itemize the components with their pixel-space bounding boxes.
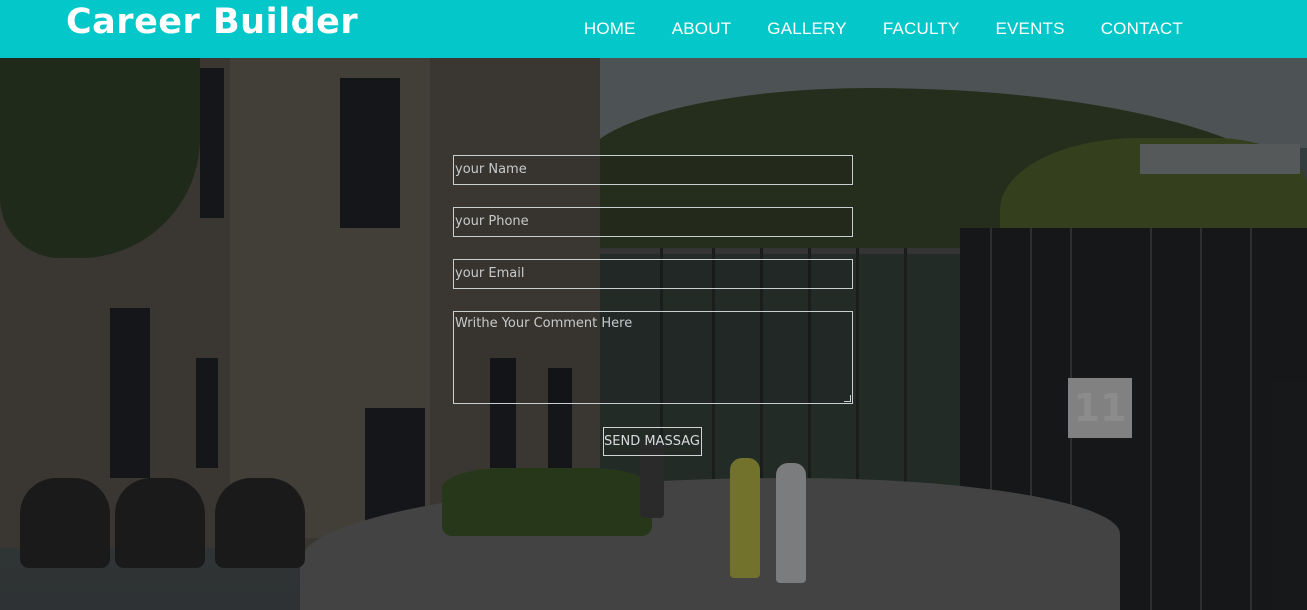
brand-logo[interactable]: Career Builder bbox=[66, 2, 358, 42]
email-input[interactable]: your Email bbox=[453, 259, 853, 289]
name-input[interactable]: your Name bbox=[453, 155, 853, 185]
send-message-button[interactable]: SEND MASSAG bbox=[603, 427, 702, 456]
nav-gallery[interactable]: GALLERY bbox=[767, 19, 847, 39]
comment-textarea[interactable]: Writhe Your Comment Here bbox=[453, 311, 853, 404]
nav-about[interactable]: ABOUT bbox=[672, 19, 732, 39]
resize-handle-icon[interactable] bbox=[844, 395, 851, 402]
nav-home[interactable]: HOME bbox=[584, 19, 636, 39]
comment-placeholder: Writhe Your Comment Here bbox=[455, 316, 633, 331]
phone-input[interactable]: your Phone bbox=[453, 207, 853, 237]
main-nav: HOME ABOUT GALLERY FACULTY EVENTS CONTAC… bbox=[548, 19, 1183, 39]
nav-contact[interactable]: CONTACT bbox=[1101, 19, 1183, 39]
navbar: Career Builder HOME ABOUT GALLERY FACULT… bbox=[0, 0, 1307, 58]
nav-faculty[interactable]: FACULTY bbox=[883, 19, 960, 39]
nav-events[interactable]: EVENTS bbox=[995, 19, 1064, 39]
